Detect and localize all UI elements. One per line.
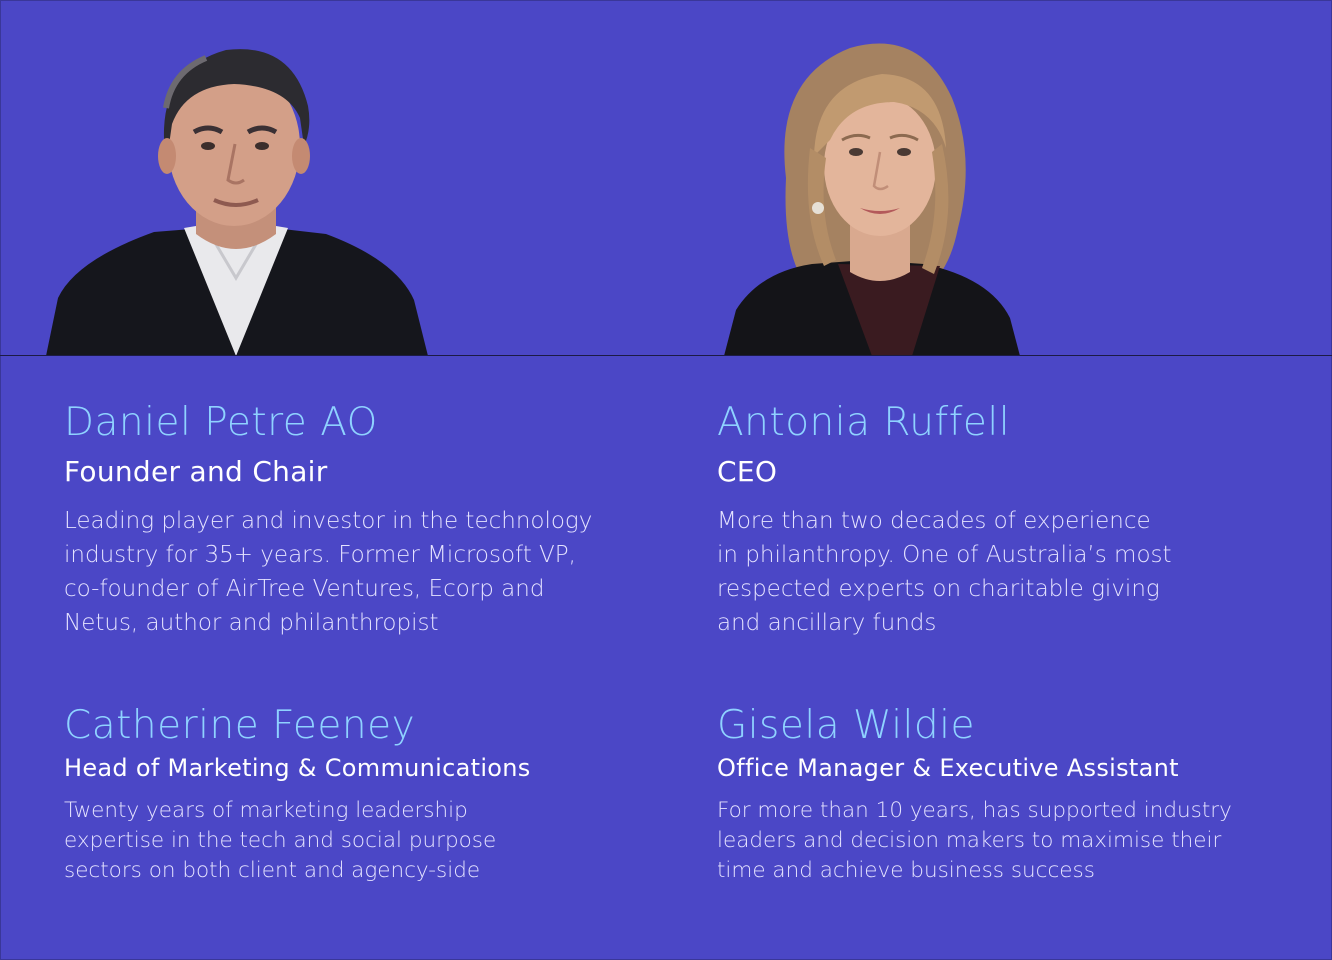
member-name: Gisela Wildie	[717, 703, 975, 748]
portrait-daniel-petre	[36, 28, 436, 356]
member-role: CEO	[717, 454, 778, 488]
member-role: Head of Marketing & Communications	[64, 753, 531, 782]
member-name: Catherine Feeney	[64, 703, 416, 748]
bio-line: More than two decades of experience	[717, 507, 1151, 534]
team-member-card: Catherine Feeney Head of Marketing & Com…	[64, 703, 664, 886]
member-name: Antonia Ruffell	[717, 400, 1011, 445]
team-member-card: Antonia Ruffell CEO More than two decade…	[717, 400, 1317, 640]
bio-line: For more than 10 years, has supported in…	[717, 797, 1232, 823]
member-bio: For more than 10 years, has supported in…	[717, 796, 1317, 886]
bio-line: Leading player and investor in the techn…	[64, 507, 593, 534]
bio-line: leaders and decision makers to maximise …	[717, 827, 1222, 853]
member-bio: More than two decades of experience in p…	[717, 504, 1317, 640]
bio-line: Twenty years of marketing leadership	[64, 797, 468, 823]
team-member-card: Daniel Petre AO Founder and Chair Leadin…	[64, 400, 664, 640]
portrait-antonia-ruffell	[690, 28, 1090, 356]
team-member-card: Gisela Wildie Office Manager & Executive…	[717, 703, 1317, 886]
bio-line: Netus, author and philanthropist	[64, 609, 439, 636]
bio-line: in philanthropy. One of Australia’s most	[717, 541, 1172, 568]
bio-line: industry for 35+ years. Former Microsoft…	[64, 541, 576, 568]
bio-line: and ancillary funds	[717, 609, 937, 636]
member-name: Daniel Petre AO	[64, 400, 378, 445]
bio-line: respected experts on charitable giving	[717, 575, 1160, 602]
member-role: Founder and Chair	[64, 454, 328, 488]
bio-line: expertise in the tech and social purpose	[64, 827, 497, 853]
member-bio: Leading player and investor in the techn…	[64, 504, 664, 640]
bio-line: sectors on both client and agency-side	[64, 857, 481, 883]
bio-line: co-founder of AirTree Ventures, Ecorp an…	[64, 575, 545, 602]
section-divider	[0, 355, 1332, 356]
member-bio: Twenty years of marketing leadership exp…	[64, 796, 664, 886]
bio-line: time and achieve business success	[717, 857, 1095, 883]
member-role: Office Manager & Executive Assistant	[717, 753, 1179, 782]
